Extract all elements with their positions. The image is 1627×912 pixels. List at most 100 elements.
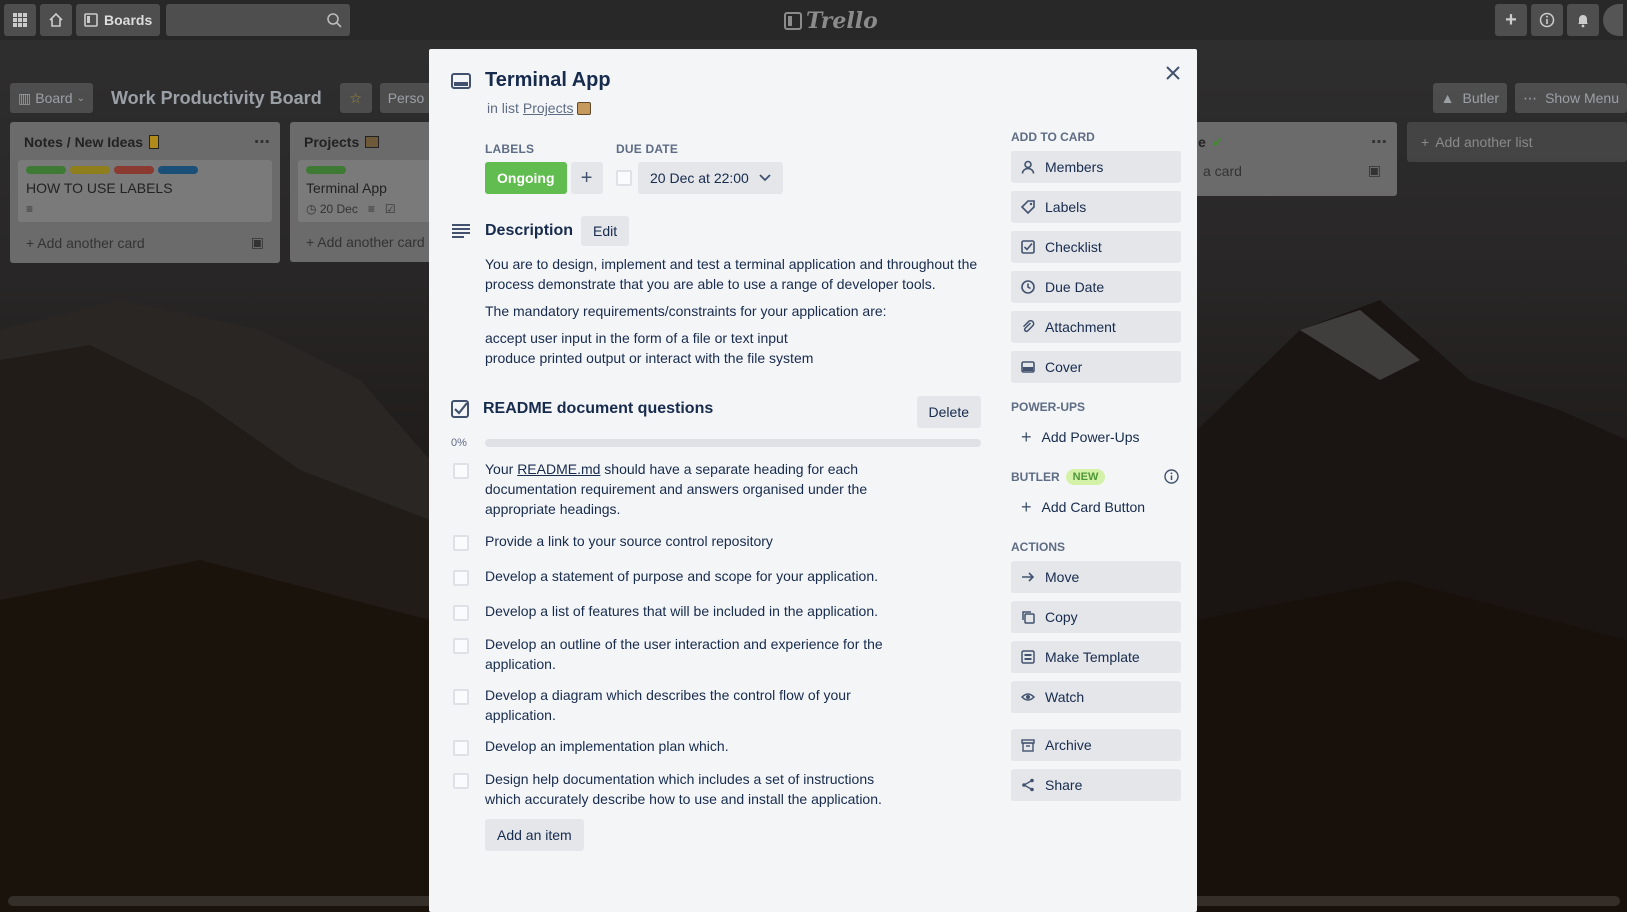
checklist-item[interactable]: Your README.md should have a separate he… — [453, 459, 913, 519]
template-icon[interactable]: ▣ — [1368, 162, 1381, 179]
checklist-item[interactable]: Develop an implementation plan which. — [453, 736, 913, 756]
list-notes: Notes / New Ideas ⋯ HOW TO USE LABELS ≡ … — [10, 122, 280, 263]
labels-button[interactable]: Labels — [1011, 191, 1181, 223]
info-button[interactable] — [1531, 4, 1563, 36]
add-list-button[interactable]: + Add another list — [1407, 122, 1627, 162]
card-sidebar: ADD TO CARD Members Labels Checklist Due… — [1011, 129, 1181, 809]
delete-checklist-button[interactable]: Delete — [916, 396, 981, 428]
progress-bar — [485, 439, 981, 447]
checklist-button[interactable]: Checklist — [1011, 231, 1181, 263]
share-icon — [1022, 778, 1034, 792]
note-icon — [149, 135, 160, 149]
due-complete-checkbox[interactable] — [616, 170, 632, 186]
attachment-button[interactable]: Attachment — [1011, 311, 1181, 343]
notifications-button[interactable] — [1567, 4, 1599, 36]
checklist-item[interactable]: Develop a statement of purpose and scope… — [453, 566, 913, 586]
list-menu-icon[interactable]: ⋯ — [1371, 132, 1387, 152]
add-card-button[interactable]: + Add another card ▣ — [18, 222, 272, 257]
item-checkbox[interactable] — [453, 773, 469, 789]
create-button[interactable]: + — [1495, 4, 1527, 36]
show-menu-label: Show Menu — [1545, 90, 1619, 106]
add-list-label: Add another list — [1435, 134, 1533, 150]
plus-icon: + — [1021, 496, 1032, 517]
due-date-button[interactable]: 20 Dec at 22:00 — [638, 162, 783, 194]
folder-icon — [365, 136, 380, 148]
card-due-text: 20 Dec — [319, 202, 358, 216]
apps-button[interactable] — [4, 4, 36, 36]
item-checkbox[interactable] — [453, 535, 469, 551]
avatar[interactable] — [1603, 4, 1623, 36]
list-title-text: e — [1198, 134, 1206, 150]
list-title[interactable]: Notes / New Ideas — [18, 128, 272, 156]
board-title[interactable]: Work Productivity Board — [101, 88, 332, 109]
trello-logo[interactable]: Trello — [784, 8, 878, 34]
cover-label: Cover — [1045, 359, 1083, 375]
add-power-ups-button[interactable]: + Add Power-Ups — [1011, 421, 1181, 453]
add-card-button-button[interactable]: + Add Card Button — [1011, 491, 1181, 523]
card-label — [306, 166, 346, 174]
item-checkbox[interactable] — [453, 638, 469, 654]
list-menu-icon[interactable]: ⋯ — [254, 132, 270, 152]
item-checkbox[interactable] — [453, 689, 469, 705]
watch-button[interactable]: Watch — [1011, 681, 1181, 713]
close-button[interactable] — [1161, 61, 1185, 85]
edit-description-button[interactable]: Edit — [581, 216, 630, 246]
power-ups-heading: POWER-UPS — [1011, 400, 1086, 414]
description-line: produce printed output or interact with … — [485, 350, 814, 366]
make-template-label: Make Template — [1045, 649, 1140, 665]
due-date-button[interactable]: Due Date — [1011, 271, 1181, 303]
item-checkbox[interactable] — [453, 463, 469, 479]
description-body[interactable]: You are to design, implement and test a … — [485, 254, 985, 368]
card-title[interactable]: Terminal App — [485, 69, 611, 92]
archive-button[interactable]: Archive — [1011, 729, 1181, 761]
due-date-section: DUE DATE 20 Dec at 22:00 — [616, 142, 783, 194]
checklist-title[interactable]: README document questions — [483, 400, 713, 418]
label-ongoing[interactable]: Ongoing — [485, 162, 567, 194]
butler-heading-row: BUTLER NEW — [1011, 469, 1181, 485]
checklist-item[interactable]: Provide a link to your source control re… — [453, 531, 913, 551]
add-item-button[interactable]: Add an item — [485, 819, 584, 851]
readme-link[interactable]: README.md — [517, 461, 600, 477]
person-icon — [1021, 160, 1035, 174]
make-template-button[interactable]: Make Template — [1011, 641, 1181, 673]
item-checkbox[interactable] — [453, 570, 469, 586]
card-icon — [451, 73, 471, 89]
move-button[interactable]: Move — [1011, 561, 1181, 593]
check-icon: ✔ — [1211, 133, 1224, 150]
description-icon: ≡ — [367, 202, 375, 216]
butler-button[interactable]: ▲ Butler — [1432, 83, 1508, 113]
search-input[interactable] — [166, 4, 351, 36]
attachment-label: Attachment — [1045, 319, 1116, 335]
star-icon: ☆ — [349, 89, 362, 106]
description-line: accept user input in the form of a file … — [485, 330, 788, 346]
cover-button[interactable]: Cover — [1011, 351, 1181, 383]
copy-button[interactable]: Copy — [1011, 601, 1181, 633]
visibility-button[interactable]: Perso — [379, 83, 433, 113]
card-how-to-use-labels[interactable]: HOW TO USE LABELS ≡ — [18, 160, 272, 222]
boards-button[interactable]: Boards — [76, 4, 161, 36]
board-view-switcher[interactable]: ▥ Board ⌄ — [10, 83, 93, 113]
due-date-heading: DUE DATE — [616, 142, 679, 156]
actions-heading: ACTIONS — [1011, 540, 1065, 554]
checklist-item[interactable]: Design help documentation which includes… — [453, 769, 913, 809]
bell-icon — [1578, 15, 1588, 28]
template-icon[interactable]: ▣ — [251, 234, 264, 251]
add-card-label: Add another card — [37, 234, 145, 251]
item-checkbox[interactable] — [453, 740, 469, 756]
checklist-icon: ☑ — [384, 202, 396, 216]
star-button[interactable]: ☆ — [339, 83, 372, 113]
description-paragraph: The mandatory requirements/constraints f… — [485, 303, 887, 319]
members-button[interactable]: Members — [1011, 151, 1181, 183]
plus-icon: + — [306, 234, 318, 250]
info-icon[interactable] — [1164, 469, 1179, 484]
share-button[interactable]: Share — [1011, 769, 1181, 801]
grid-icon — [13, 13, 27, 27]
checklist-item[interactable]: Develop a diagram which describes the co… — [453, 685, 913, 725]
show-menu-button[interactable]: ⋯ Show Menu — [1515, 83, 1627, 113]
item-checkbox[interactable] — [453, 605, 469, 621]
list-link[interactable]: Projects — [523, 100, 574, 116]
checklist-item[interactable]: Develop an outline of the user interacti… — [453, 634, 913, 674]
home-button[interactable] — [40, 4, 72, 36]
add-label-button[interactable]: + — [570, 162, 603, 194]
checklist-item[interactable]: Develop a list of features that will be … — [453, 601, 913, 621]
